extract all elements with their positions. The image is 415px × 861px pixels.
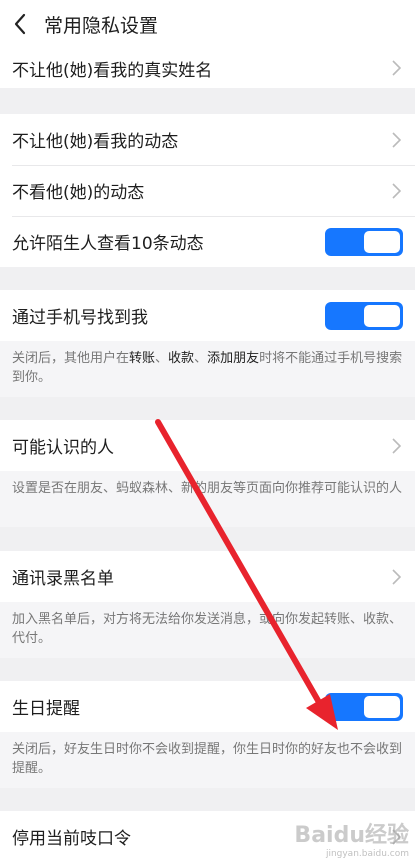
chevron-right-icon	[387, 181, 401, 201]
chevron-right-icon	[387, 58, 401, 78]
find-by-phone-toggle[interactable]	[325, 301, 403, 330]
chevron-right-icon	[387, 567, 401, 587]
birthday-note: 关闭后，好友生日时你不会收到提醒，你生日时你的好友也不会收到提醒。	[0, 732, 415, 788]
page-title: 常用隐私设置	[44, 14, 159, 37]
settings-group-phone: 通过手机号找到我 关闭后，其他用户在转账、收款、添加朋友时将不能通过手机号搜索到…	[0, 290, 415, 397]
settings-group-recommend: 可能认识的人 设置是否在朋友、蚂蚁森林、新的朋友等页面向你推荐可能认识的人	[0, 420, 415, 527]
settings-group-blacklist: 通讯录黑名单 加入黑名单后，对方将无法给你发送消息，或向你发起转账、收款、代付。	[0, 551, 415, 658]
row-label: 通过手机号找到我	[12, 308, 148, 328]
chevron-right-icon	[387, 130, 401, 150]
toggle-knob	[364, 304, 400, 327]
chevron-right-icon	[387, 436, 401, 456]
row-hide-real-name[interactable]: 不让他(她)看我的真实姓名	[0, 48, 415, 88]
back-chevron-icon	[14, 13, 26, 35]
row-label: 通讯录黑名单	[12, 569, 114, 589]
stranger-moments-toggle[interactable]	[325, 227, 403, 256]
row-label: 生日提醒	[12, 699, 80, 719]
settings-group-moments: 不让他(她)看我的动态 不看他(她)的动态 允许陌生人查看10条动态	[0, 114, 415, 267]
row-maybe-know[interactable]: 可能认识的人	[0, 420, 415, 471]
watermark-logo: Baidu经验 jingyan.baidu.com	[294, 823, 409, 859]
row-label: 允许陌生人查看10条动态	[12, 234, 204, 254]
row-hide-my-moments[interactable]: 不让他(她)看我的动态	[0, 114, 415, 165]
row-find-by-phone: 通过手机号找到我	[0, 290, 415, 341]
settings-group-name: 不让他(她)看我的真实姓名	[0, 48, 415, 88]
row-label: 不让他(她)看我的真实姓名	[12, 60, 213, 81]
row-birthday: 生日提醒	[0, 681, 415, 732]
row-label: 不让他(她)看我的动态	[12, 132, 179, 152]
row-hide-their-moments[interactable]: 不看他(她)的动态	[0, 165, 415, 216]
maybe-know-note: 设置是否在朋友、蚂蚁森林、新的朋友等页面向你推荐可能认识的人	[0, 471, 415, 527]
settings-group-birthday: 生日提醒 关闭后，好友生日时你不会收到提醒，你生日时你的好友也不会收到提醒。	[0, 681, 415, 788]
phone-note: 关闭后，其他用户在转账、收款、添加朋友时将不能通过手机号搜索到你。	[0, 341, 415, 397]
row-blacklist[interactable]: 通讯录黑名单	[0, 551, 415, 602]
back-button[interactable]	[0, 0, 40, 48]
row-label: 可能认识的人	[12, 438, 114, 458]
row-label: 不看他(她)的动态	[12, 183, 145, 203]
row-stranger-10-moments: 允许陌生人查看10条动态	[0, 216, 415, 267]
blacklist-note: 加入黑名单后，对方将无法给你发送消息，或向你发起转账、收款、代付。	[0, 602, 415, 658]
toggle-knob	[364, 230, 400, 253]
toggle-knob	[364, 695, 400, 718]
birthday-toggle[interactable]	[325, 692, 403, 721]
nav-header: 常用隐私设置	[0, 0, 415, 48]
